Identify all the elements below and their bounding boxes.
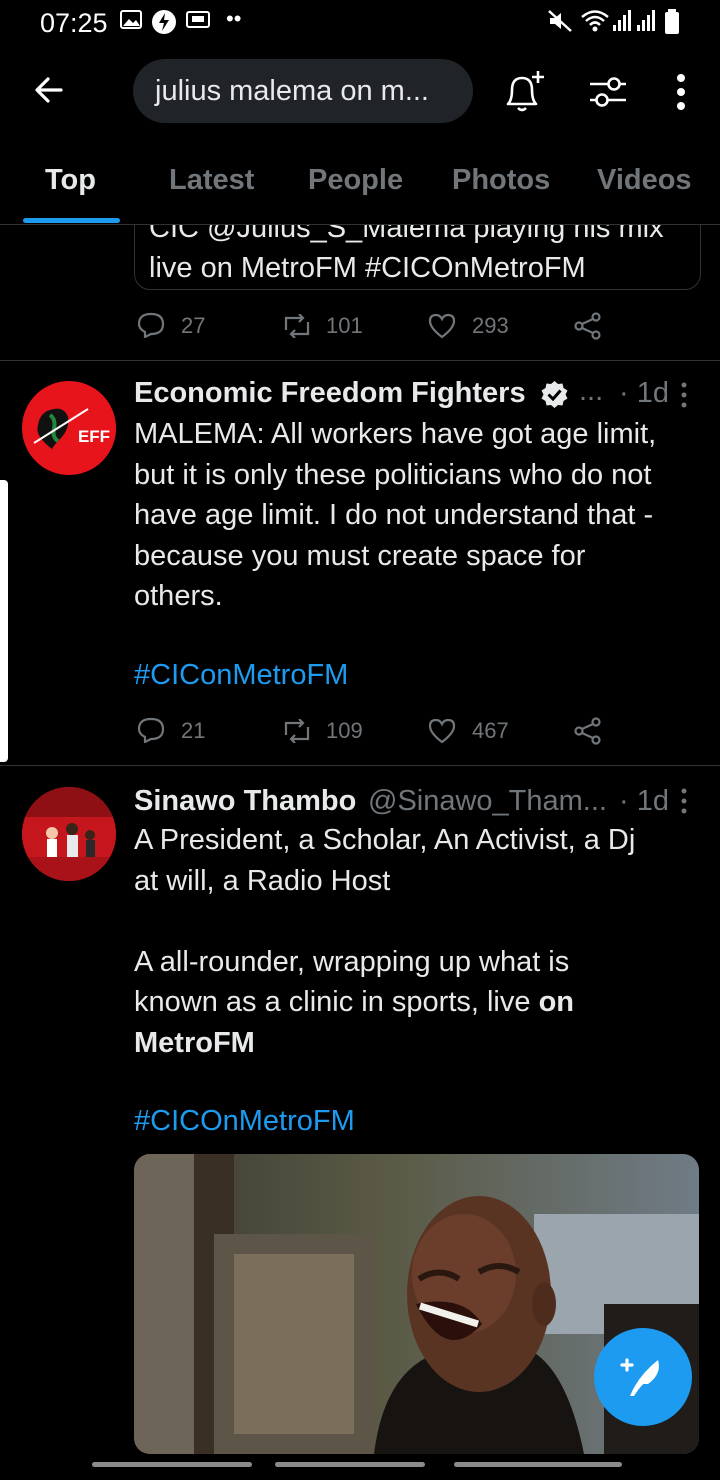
nav-line: [92, 1462, 252, 1467]
like-count: 467: [472, 718, 509, 743]
reply-icon[interactable]: [137, 312, 165, 338]
retweet-count: 109: [326, 718, 363, 743]
search-filters-icon[interactable]: [588, 72, 628, 112]
tweet-menu-icon[interactable]: [680, 788, 688, 814]
more-notifications-icon: ••: [226, 6, 242, 31]
battery-icon: [665, 9, 679, 34]
tweet-text-line: known as a clinic in sports, live on: [134, 982, 574, 1023]
mute-icon: [548, 10, 572, 32]
retweet-icon[interactable]: [281, 314, 313, 338]
gallery-icon: [120, 10, 142, 29]
tweet-time: · 1d: [619, 785, 669, 817]
scroll-handle[interactable]: [0, 480, 8, 762]
reply-icon[interactable]: [137, 717, 165, 743]
nav-line: [275, 1462, 425, 1467]
name-ellipsis: ...: [579, 375, 604, 407]
compose-tweet-button[interactable]: [594, 1328, 692, 1426]
like-heart-icon[interactable]: [428, 313, 456, 339]
compose-feather-icon: [620, 1358, 659, 1396]
tweet-text-bold: on: [538, 986, 574, 1018]
avatar-label: EFF: [72, 425, 116, 449]
display-name[interactable]: Sinawo Thambo: [134, 785, 356, 818]
tweet-text-bold: MetroFM: [134, 1027, 255, 1059]
tweet-time: · 1d: [619, 377, 669, 409]
retweet-count: 101: [326, 313, 363, 338]
avatar[interactable]: EFF: [22, 381, 116, 475]
tab-photos[interactable]: Photos: [452, 164, 550, 197]
reply-count: 27: [181, 313, 206, 338]
top-bar: julius malema on m...: [0, 46, 720, 138]
tab-videos[interactable]: Videos: [597, 164, 692, 197]
share-icon[interactable]: [574, 312, 602, 340]
nav-line: [454, 1462, 622, 1467]
tv-icon: [186, 11, 210, 28]
search-input[interactable]: julius malema on m...: [133, 59, 473, 123]
avatar[interactable]: [22, 787, 116, 881]
hashtag-link[interactable]: #CIConMetroFM: [134, 659, 348, 692]
like-count: 293: [472, 313, 509, 338]
overflow-menu-icon[interactable]: [674, 72, 688, 112]
reply-count: 21: [181, 718, 206, 743]
tab-top[interactable]: Top: [45, 164, 96, 197]
quoted-tweet-line: CIC @Julius_S_Malema playing his mix: [149, 225, 664, 244]
tweet-eff[interactable]: EFF Economic Freedom Fighters ... · 1d M…: [0, 361, 720, 765]
user-handle[interactable]: @Sinawo_Tham...: [368, 785, 607, 818]
avatar-photo: [22, 787, 116, 881]
status-time: 07:25: [40, 8, 108, 38]
tweet-text-line: others.: [134, 580, 223, 612]
tweet-text-line: have age limit. I do not understand that…: [134, 499, 654, 531]
tweet-text-line: A President, a Scholar, An Activist, a D…: [134, 824, 636, 856]
display-name[interactable]: Economic Freedom Fighters: [134, 377, 526, 410]
tweet-text-line: because you must create space for: [134, 540, 586, 572]
tweet-text-line: MALEMA: All workers have got age limit,: [134, 418, 657, 450]
status-bar: 07:25 ••: [0, 0, 720, 46]
tweet-text-line: but it is only these politicians who do …: [134, 459, 652, 491]
tweet-text-line: at will, a Radio Host: [134, 865, 391, 897]
signal-1-icon: [613, 10, 631, 31]
retweet-icon[interactable]: [281, 719, 313, 743]
verified-badge-icon: [541, 381, 568, 408]
like-heart-icon[interactable]: [428, 718, 456, 744]
search-tabs: Top Latest People Photos Videos: [0, 146, 720, 225]
active-tab-indicator: [23, 218, 120, 223]
quoted-tweet-card[interactable]: CIC @Julius_S_Malema playing his mix liv…: [134, 225, 701, 290]
wifi-icon: [581, 10, 609, 32]
tab-latest[interactable]: Latest: [169, 164, 254, 197]
share-icon[interactable]: [574, 717, 602, 745]
notification-bell-add-icon[interactable]: [500, 68, 548, 116]
tab-people[interactable]: People: [308, 164, 403, 197]
signal-2-icon: [637, 10, 655, 31]
quoted-tweet-line: live on MetroFM #CICOnMetroFM: [149, 252, 586, 284]
tweet-previous[interactable]: CIC @Julius_S_Malema playing his mix liv…: [0, 225, 720, 360]
messenger-icon: [152, 10, 176, 34]
tweet-text-segment: known as a clinic in sports, live: [134, 986, 531, 1018]
back-arrow-icon[interactable]: [33, 74, 65, 106]
tweet-menu-icon[interactable]: [680, 382, 688, 408]
hashtag-link[interactable]: #CICOnMetroFM: [134, 1105, 355, 1138]
tweet-text-line: A all-rounder, wrapping up what is: [134, 946, 570, 978]
